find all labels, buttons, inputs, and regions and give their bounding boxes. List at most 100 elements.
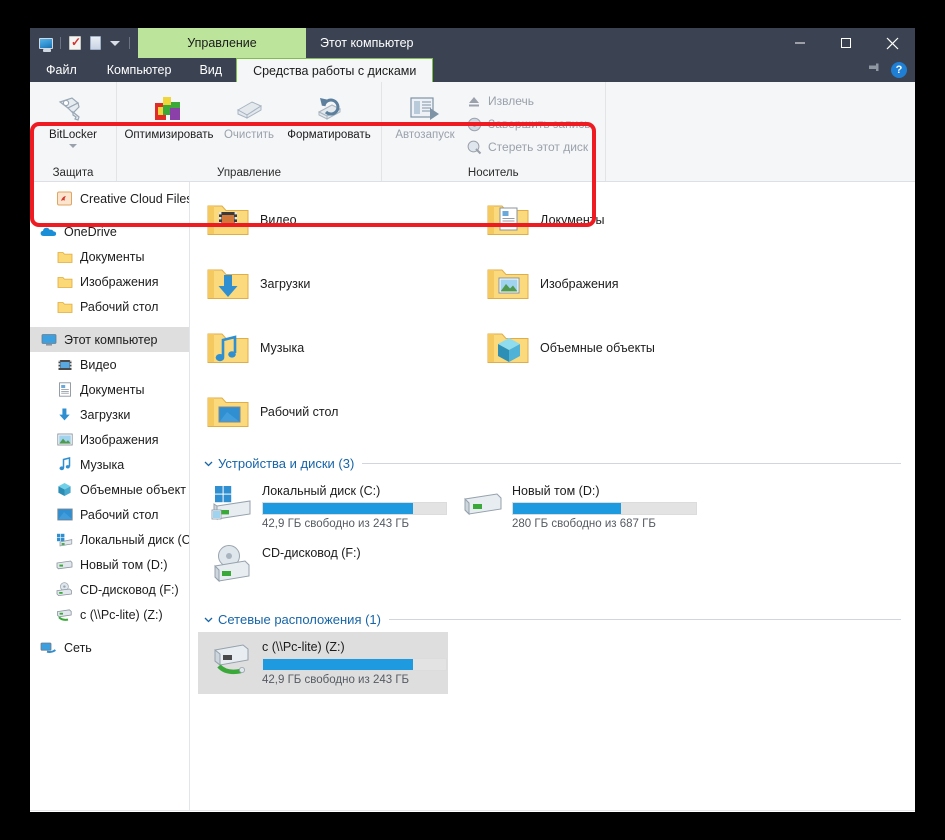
folder-tile[interactable]: Изображения: [478, 252, 758, 316]
music-folder-icon: [56, 456, 73, 473]
pin-ribbon-icon[interactable]: [867, 60, 881, 79]
customize-qat-caret-icon[interactable]: [107, 35, 123, 51]
optimize-button[interactable]: Оптимизировать: [123, 88, 215, 142]
devices-grid: Локальный диск (C:) 42,9 ГБ свободно из …: [198, 476, 915, 600]
drive-tile[interactable]: Новый том (D:) 280 ГБ свободно из 687 ГБ: [448, 476, 698, 538]
documents-folder-icon: [56, 381, 73, 398]
sidebar-item-onedrive-pictures[interactable]: Изображения: [30, 269, 189, 294]
pictures-folder-icon: [56, 431, 73, 448]
chevron-down-icon[interactable]: [200, 455, 216, 471]
folder-icon: [56, 273, 73, 290]
drive-tile[interactable]: c (\\Pc-lite) (Z:) 42,9 ГБ свободно из 2…: [198, 632, 448, 694]
burn-disc-icon: [466, 116, 482, 132]
sidebar-item-music[interactable]: Музыка: [30, 452, 189, 477]
new-folder-icon[interactable]: [87, 35, 103, 51]
bitlocker-dropdown-caret-icon[interactable]: [69, 144, 77, 148]
window-controls: [777, 28, 915, 58]
properties-icon[interactable]: [67, 35, 83, 51]
tab-view[interactable]: Вид: [185, 58, 236, 82]
erase-disc-button[interactable]: Стереть этот диск: [462, 136, 599, 158]
sidebar-label: c (\\Pc-lite) (Z:): [80, 608, 163, 622]
folder-label: Видео: [260, 213, 297, 227]
help-icon[interactable]: ?: [891, 62, 907, 78]
sidebar-item-network-drive-z[interactable]: c (\\Pc-lite) (Z:): [30, 602, 189, 627]
sidebar-label: Изображения: [80, 275, 159, 289]
tab-file[interactable]: Файл: [30, 58, 93, 82]
ribbon-groups: BitLocker Защита: [30, 82, 606, 181]
objects3d-folder-icon: [484, 324, 532, 372]
drive-name: Новый том (D:): [512, 484, 697, 498]
folder-tile[interactable]: Объемные объекты: [478, 316, 758, 380]
sidebar-item-pictures[interactable]: Изображения: [30, 427, 189, 452]
erase-disc-label: Стереть этот диск: [488, 140, 588, 154]
finish-burning-button[interactable]: Завершить запись: [462, 113, 599, 135]
close-button[interactable]: [869, 28, 915, 58]
sidebar-item-desktop[interactable]: Рабочий стол: [30, 502, 189, 527]
sidebar-item-onedrive-desktop[interactable]: Рабочий стол: [30, 294, 189, 319]
sidebar-item-downloads[interactable]: Загрузки: [30, 402, 189, 427]
ribbon-group-protection: BitLocker Защита: [30, 82, 117, 181]
sidebar-item-network[interactable]: Сеть: [30, 635, 189, 660]
folder-icon: [56, 248, 73, 265]
folder-label: Изображения: [540, 277, 619, 291]
qat-divider: [60, 37, 61, 49]
drive-name: CD-дисковод (F:): [262, 546, 361, 560]
chevron-down-icon[interactable]: [200, 611, 216, 627]
ribbon-right-area: ?: [606, 82, 915, 181]
autoplay-button[interactable]: Автозапуск: [388, 88, 462, 142]
sidebar-item-onedrive[interactable]: OneDrive: [30, 219, 189, 244]
navigation-pane[interactable]: Creative Cloud Files OneDrive Документы: [30, 182, 190, 810]
sidebar-item-videos[interactable]: Видео: [30, 352, 189, 377]
devices-section-title: Устройства и диски (3): [218, 456, 354, 471]
sidebar-label: Рабочий стол: [80, 508, 158, 522]
sidebar-label: Загрузки: [80, 408, 130, 422]
autoplay-icon: [405, 92, 445, 126]
format-button[interactable]: Форматировать: [283, 88, 375, 142]
network-section-header[interactable]: Сетевые расположения (1): [200, 608, 915, 630]
cleanup-button[interactable]: Очистить: [215, 88, 283, 142]
properties-computer-icon[interactable]: [38, 35, 54, 51]
ribbon-group-media: Автозапуск Извлечь: [382, 82, 606, 181]
folder-tile[interactable]: Музыка: [198, 316, 478, 380]
nav-gap: [30, 627, 189, 635]
folder-tile[interactable]: Рабочий стол: [198, 380, 478, 444]
sidebar-item-new-volume-d[interactable]: Новый том (D:): [30, 552, 189, 577]
drive-usage-bar: [512, 502, 697, 515]
bitlocker-key-icon: [53, 92, 93, 126]
folder-tile[interactable]: Документы: [478, 188, 758, 252]
qat-divider-2: [129, 37, 130, 49]
minimize-button[interactable]: [777, 28, 823, 58]
content-pane[interactable]: Видео Документы: [190, 182, 915, 810]
network-drive-icon: [208, 636, 256, 684]
drive-name: Локальный диск (C:): [262, 484, 447, 498]
sidebar-item-onedrive-documents[interactable]: Документы: [30, 244, 189, 269]
sidebar-item-3d-objects[interactable]: Объемные объект: [30, 477, 189, 502]
pictures-folder-icon: [484, 260, 532, 308]
sidebar-label: Музыка: [80, 458, 124, 472]
folder-label: Загрузки: [260, 277, 310, 291]
folder-tile[interactable]: Загрузки: [198, 252, 478, 316]
music-folder-icon: [204, 324, 252, 372]
sidebar-item-documents[interactable]: Документы: [30, 377, 189, 402]
local-disk-icon: [56, 531, 73, 548]
maximize-button[interactable]: [823, 28, 869, 58]
sidebar-label: Этот компьютер: [64, 333, 157, 347]
drive-tile[interactable]: CD-дисковод (F:): [198, 538, 448, 600]
eject-button[interactable]: Извлечь: [462, 90, 599, 112]
downloads-folder-icon: [204, 260, 252, 308]
videos-folder-icon: [204, 196, 252, 244]
tab-computer[interactable]: Компьютер: [93, 58, 186, 82]
sidebar-label: Новый том (D:): [80, 558, 168, 572]
sidebar-item-creative-cloud[interactable]: Creative Cloud Files: [30, 186, 189, 211]
drive-tile[interactable]: Локальный диск (C:) 42,9 ГБ свободно из …: [198, 476, 448, 538]
sidebar-item-local-disk-c[interactable]: Локальный диск (С: [30, 527, 189, 552]
folder-tile[interactable]: Видео: [198, 188, 478, 252]
tab-drive-tools[interactable]: Средства работы с дисками: [236, 58, 433, 82]
sidebar-item-this-pc[interactable]: Этот компьютер: [30, 327, 189, 352]
devices-section-header[interactable]: Устройства и диски (3): [200, 452, 915, 474]
finish-burning-label: Завершить запись: [488, 117, 591, 131]
bitlocker-button[interactable]: BitLocker: [36, 88, 110, 148]
network-grid: c (\\Pc-lite) (Z:) 42,9 ГБ свободно из 2…: [198, 632, 915, 694]
downloads-folder-icon: [56, 406, 73, 423]
sidebar-item-cd-drive-f[interactable]: CD-дисковод (F:): [30, 577, 189, 602]
